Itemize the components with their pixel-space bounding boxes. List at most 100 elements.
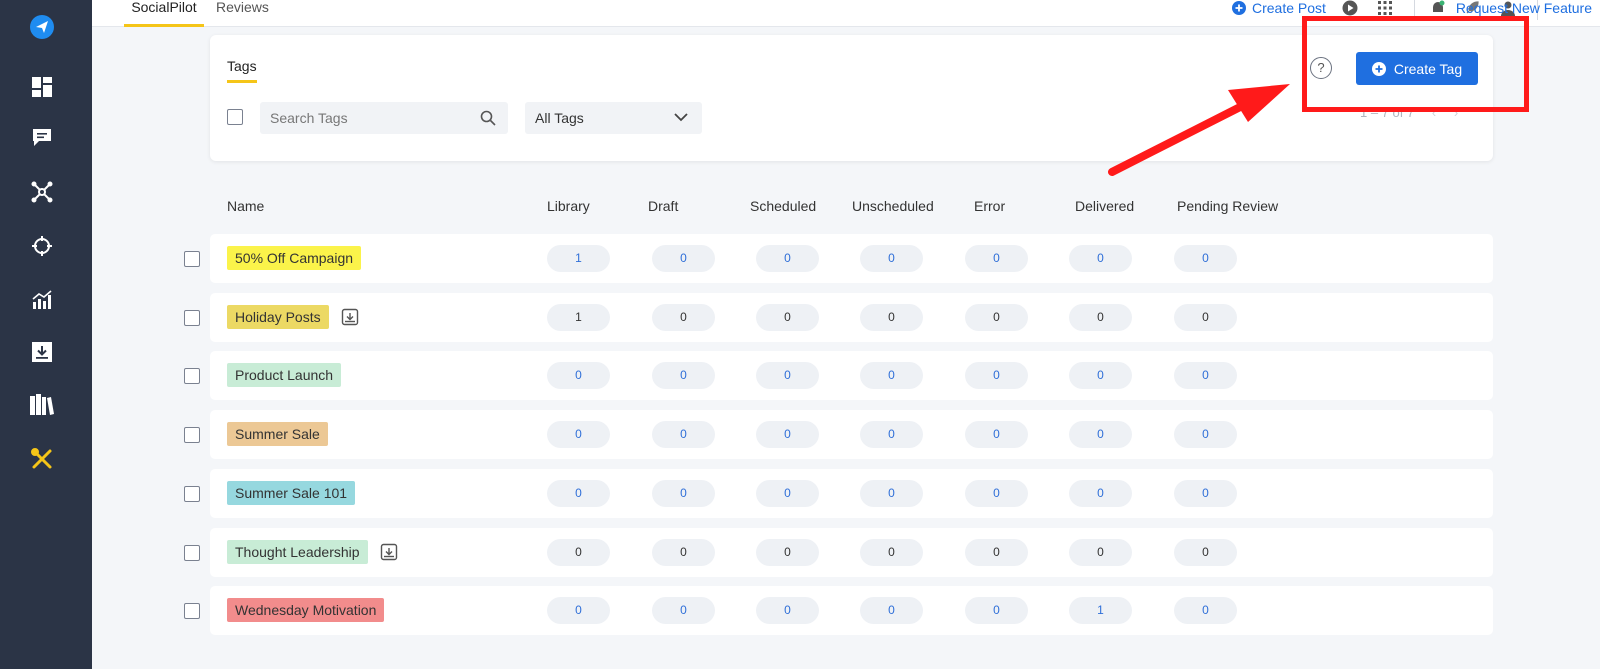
column-header-scheduled: Scheduled [750, 198, 817, 214]
column-header-delivered: Delivered [1075, 198, 1135, 214]
tag-filter-value: All Tags [535, 110, 584, 126]
row-checkbox[interactable] [184, 251, 200, 267]
count-pill-unscheduled[interactable]: 0 [860, 304, 923, 331]
count-pill-delivered[interactable]: 1 [1069, 597, 1132, 624]
count-pill-library[interactable]: 0 [547, 539, 610, 566]
send-logo-icon[interactable] [28, 13, 56, 41]
tag-name[interactable]: Summer Sale [227, 422, 328, 446]
table-row: Holiday Posts 1 0 0 0 0 0 0 [210, 293, 1493, 342]
count-pill-pending-review[interactable]: 0 [1174, 304, 1237, 331]
apps-grid-icon[interactable] [1377, 0, 1393, 16]
row-checkbox[interactable] [184, 310, 200, 326]
create-post-button[interactable]: Create Post [1232, 0, 1326, 16]
table-row: Summer Sale 0 0 0 0 0 0 0 [210, 410, 1493, 459]
search-icon[interactable] [480, 110, 496, 126]
column-header-library: Library [547, 198, 590, 214]
count-pill-pending-review[interactable]: 0 [1174, 597, 1237, 624]
count-pill-library[interactable]: 0 [547, 597, 610, 624]
tag-name[interactable]: Product Launch [227, 363, 342, 387]
sidebar [0, 0, 92, 669]
count-pill-pending-review[interactable]: 0 [1174, 245, 1237, 272]
count-pill-draft[interactable]: 0 [652, 539, 715, 566]
tools-icon[interactable] [28, 445, 56, 473]
count-pill-error[interactable]: 0 [965, 421, 1028, 448]
library-icon[interactable] [28, 391, 56, 419]
count-pill-scheduled[interactable]: 0 [756, 304, 819, 331]
tag-name[interactable]: Holiday Posts [227, 305, 329, 329]
count-pill-error[interactable]: 0 [965, 480, 1028, 507]
count-pill-delivered[interactable]: 0 [1069, 245, 1132, 272]
count-pill-error[interactable]: 0 [965, 245, 1028, 272]
count-pill-draft[interactable]: 0 [652, 597, 715, 624]
table-row: Thought Leadership 0 0 0 0 0 0 0 [210, 528, 1493, 577]
count-pill-scheduled[interactable]: 0 [756, 245, 819, 272]
tab-reviews[interactable]: Reviews [216, 0, 269, 27]
column-header-pending-review: Pending Review [1177, 198, 1279, 214]
count-pill-error[interactable]: 0 [965, 304, 1028, 331]
count-pill-delivered[interactable]: 0 [1069, 539, 1132, 566]
row-checkbox[interactable] [184, 545, 200, 561]
row-checkbox[interactable] [184, 486, 200, 502]
count-pill-unscheduled[interactable]: 0 [860, 480, 923, 507]
highlight-box [1302, 16, 1529, 112]
tab-socialpilot[interactable]: SocialPilot [124, 0, 204, 27]
count-pill-unscheduled[interactable]: 0 [860, 245, 923, 272]
tag-name[interactable]: Summer Sale 101 [227, 481, 356, 505]
archive-icon[interactable] [380, 543, 398, 561]
count-pill-pending-review[interactable]: 0 [1174, 539, 1237, 566]
highlight-arrow-icon [1108, 84, 1290, 176]
tags-toolbar-card: Tags All Tags 1 – 7 of 7 ‹ › ? Create Ta… [210, 35, 1493, 161]
count-pill-error[interactable]: 0 [965, 362, 1028, 389]
row-checkbox[interactable] [184, 427, 200, 443]
count-pill-pending-review[interactable]: 0 [1174, 480, 1237, 507]
tab-tags[interactable]: Tags [227, 58, 257, 83]
count-pill-draft[interactable]: 0 [652, 245, 715, 272]
count-pill-pending-review[interactable]: 0 [1174, 362, 1237, 389]
count-pill-library[interactable]: 0 [547, 362, 610, 389]
row-checkbox[interactable] [184, 368, 200, 384]
tag-name[interactable]: 50% Off Campaign [227, 246, 362, 270]
count-pill-scheduled[interactable]: 0 [756, 421, 819, 448]
count-pill-unscheduled[interactable]: 0 [860, 597, 923, 624]
count-pill-draft[interactable]: 0 [652, 421, 715, 448]
count-pill-draft[interactable]: 0 [652, 362, 715, 389]
count-pill-delivered[interactable]: 0 [1069, 480, 1132, 507]
count-pill-library[interactable]: 0 [547, 421, 610, 448]
dashboard-icon[interactable] [28, 73, 56, 101]
tag-filter-select[interactable]: All Tags [525, 102, 702, 134]
count-pill-scheduled[interactable]: 0 [756, 362, 819, 389]
play-icon[interactable] [1342, 0, 1358, 16]
count-pill-library[interactable]: 1 [547, 304, 610, 331]
tag-name[interactable]: Wednesday Motivation [227, 598, 385, 622]
count-pill-unscheduled[interactable]: 0 [860, 421, 923, 448]
table-row: Product Launch 0 0 0 0 0 0 0 [210, 351, 1493, 400]
count-pill-unscheduled[interactable]: 0 [860, 362, 923, 389]
count-pill-delivered[interactable]: 0 [1069, 304, 1132, 331]
count-pill-library[interactable]: 0 [547, 480, 610, 507]
tag-name[interactable]: Thought Leadership [227, 540, 368, 564]
archive-icon[interactable] [341, 308, 359, 326]
inbox-download-icon[interactable] [28, 338, 56, 366]
table-row: Summer Sale 101 0 0 0 0 0 0 0 [210, 469, 1493, 518]
analytics-icon[interactable] [28, 286, 56, 314]
chat-icon[interactable] [28, 124, 56, 152]
count-pill-pending-review[interactable]: 0 [1174, 421, 1237, 448]
count-pill-draft[interactable]: 0 [652, 304, 715, 331]
count-pill-delivered[interactable]: 0 [1069, 421, 1132, 448]
count-pill-library[interactable]: 1 [547, 245, 610, 272]
bell-icon[interactable] [1430, 0, 1446, 16]
search-input[interactable] [260, 102, 480, 134]
count-pill-scheduled[interactable]: 0 [756, 480, 819, 507]
request-feature-link[interactable]: Request New Feature [1456, 0, 1592, 16]
count-pill-error[interactable]: 0 [965, 539, 1028, 566]
count-pill-scheduled[interactable]: 0 [756, 539, 819, 566]
crosshair-icon[interactable] [28, 232, 56, 260]
network-icon[interactable] [28, 178, 56, 206]
select-all-checkbox[interactable] [227, 109, 243, 125]
count-pill-unscheduled[interactable]: 0 [860, 539, 923, 566]
count-pill-scheduled[interactable]: 0 [756, 597, 819, 624]
count-pill-draft[interactable]: 0 [652, 480, 715, 507]
row-checkbox[interactable] [184, 603, 200, 619]
count-pill-error[interactable]: 0 [965, 597, 1028, 624]
count-pill-delivered[interactable]: 0 [1069, 362, 1132, 389]
